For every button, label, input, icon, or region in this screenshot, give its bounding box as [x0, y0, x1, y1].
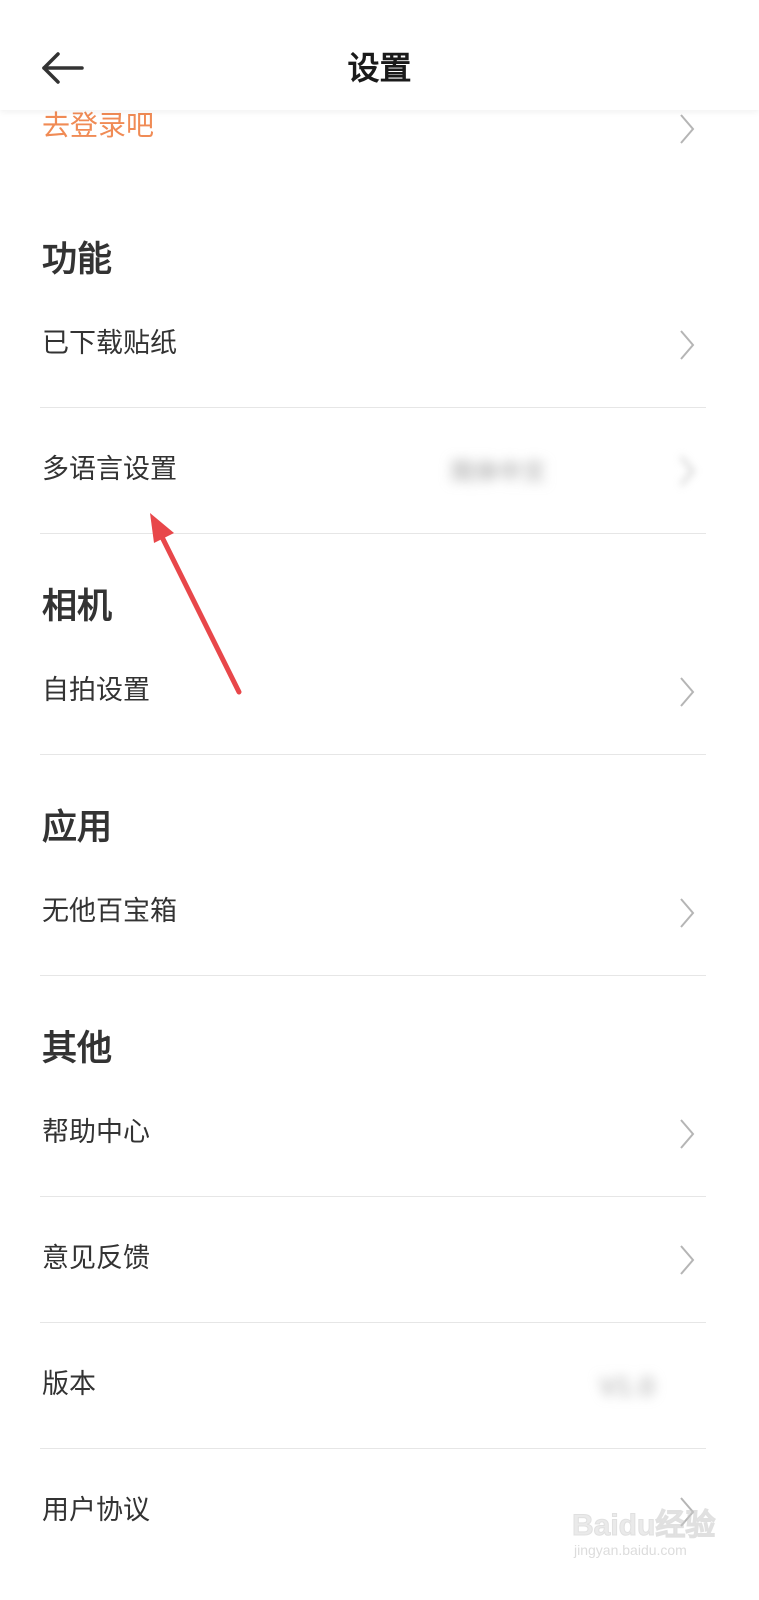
settings-item-label: 用户协议 — [42, 1495, 150, 1526]
chevron-right-icon — [680, 898, 695, 928]
divider — [40, 1196, 706, 1197]
settings-item-version: 版本 V1.0 — [0, 1341, 759, 1433]
divider — [40, 1322, 706, 1323]
section-title-function: 功能 — [42, 240, 113, 280]
settings-item-label: 已下载贴纸 — [42, 328, 177, 359]
settings-item-downloaded-stickers[interactable]: 已下载贴纸 — [0, 300, 759, 392]
login-link[interactable]: 去登录吧 — [42, 106, 154, 146]
chevron-right-icon — [680, 114, 695, 144]
settings-item-help-center[interactable]: 帮助中心 — [0, 1089, 759, 1181]
settings-item-label: 帮助中心 — [42, 1117, 150, 1148]
settings-item-label: 自拍设置 — [42, 675, 150, 706]
settings-item-label: 意见反馈 — [42, 1243, 150, 1274]
chevron-right-icon — [680, 1119, 695, 1149]
settings-item-language[interactable]: 多语言设置 简体中文 — [0, 426, 759, 518]
baidu-watermark: Baidu经验 jingyan.baidu.com — [571, 1494, 722, 1574]
language-value: 简体中文 — [450, 458, 546, 486]
page-title: 设置 — [347, 49, 412, 87]
settings-item-label: 多语言设置 — [42, 454, 177, 485]
divider — [40, 754, 706, 755]
watermark-brand: Baidu经验 — [571, 1509, 716, 1543]
settings-item-selfie[interactable]: 自拍设置 — [0, 647, 759, 739]
chevron-right-icon — [680, 456, 695, 486]
settings-item-label: 版本 — [42, 1369, 96, 1400]
section-title-camera: 相机 — [42, 587, 113, 627]
top-bar: 设置 — [0, 0, 759, 110]
divider — [40, 975, 706, 976]
chevron-right-icon — [680, 677, 695, 707]
red-arrow-annotation — [150, 513, 242, 695]
settings-item-feedback[interactable]: 意见反馈 — [0, 1215, 759, 1307]
chevron-right-icon — [680, 1245, 695, 1275]
chevron-right-icon — [680, 330, 695, 360]
settings-item-label: 无他百宝箱 — [42, 896, 177, 927]
watermark-url: jingyan.baidu.com — [574, 1542, 687, 1558]
section-title-other: 其他 — [42, 1029, 113, 1069]
section-title-apps: 应用 — [42, 808, 113, 848]
version-value: V1.0 — [600, 1373, 655, 1401]
divider — [40, 407, 706, 408]
settings-item-toolbox[interactable]: 无他百宝箱 — [0, 868, 759, 960]
divider — [40, 1448, 706, 1449]
